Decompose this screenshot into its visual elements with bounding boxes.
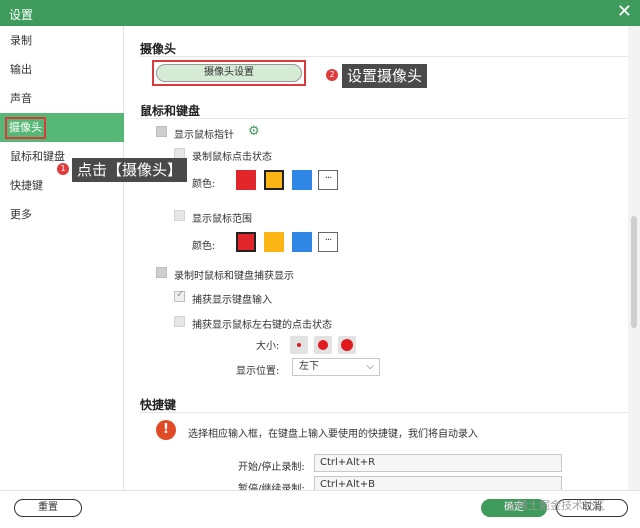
click-color-yellow-swatch[interactable] <box>264 170 284 190</box>
reset-button[interactable]: 重置 <box>14 499 82 517</box>
warning-icon: ! <box>156 420 176 440</box>
camera-divider <box>140 56 628 57</box>
shortcuts-divider <box>140 412 628 413</box>
size-large-button[interactable] <box>338 336 356 354</box>
shortcuts-section-title: 快捷键 <box>140 398 177 412</box>
dot-medium-icon <box>318 340 328 350</box>
range-color-yellow-swatch[interactable] <box>264 232 284 252</box>
shortcut-label-record: 开始/停止录制: <box>238 462 305 473</box>
show-cursor-label: 显示鼠标指针 <box>174 130 234 141</box>
sidebar-item-record[interactable]: 录制 <box>0 26 124 55</box>
sidebar-item-label: 录制 <box>10 34 32 47</box>
shortcuts-notice: 选择相应输入框，在键盘上输入要使用的快捷键，我们将自动录入 <box>188 429 478 440</box>
range-color-blue-swatch[interactable] <box>292 232 312 252</box>
shortcut-label-pause: 暂停/继续录制: <box>238 484 305 490</box>
mouse-keyboard-divider <box>140 118 628 119</box>
sidebar: 录制 输出 声音 摄像头 鼠标和键盘 快捷键 更多 <box>0 26 124 490</box>
record-click-label: 录制鼠标点击状态 <box>192 152 272 163</box>
chevron-down-icon: ⌵ <box>366 361 374 372</box>
sidebar-item-label: 鼠标和键盘 <box>10 150 65 163</box>
sidebar-item-more[interactable]: 更多 <box>0 200 124 229</box>
capture-keyboard-label: 捕获显示键盘输入 <box>192 295 272 306</box>
close-icon[interactable]: ✕ <box>617 2 632 22</box>
sidebar-item-output[interactable]: 输出 <box>0 55 124 84</box>
sidebar-item-camera[interactable]: 摄像头 <box>0 113 124 142</box>
scrollbar-thumb[interactable] <box>631 216 637 328</box>
range-color-label: 颜色: <box>192 241 216 252</box>
window-title: 设置 <box>9 8 34 22</box>
position-select-value: 左下 <box>299 361 319 372</box>
step2-callout: 设置摄像头 <box>342 64 428 88</box>
step1-badge: 1 <box>57 163 69 175</box>
sidebar-item-label: 声音 <box>10 92 32 105</box>
camera-section-title: 摄像头 <box>140 42 177 56</box>
show-range-label: 显示鼠标范围 <box>192 214 252 225</box>
content-scrollbar[interactable] <box>628 26 640 490</box>
step2-badge: 2 <box>326 69 338 81</box>
click-color-label: 颜色: <box>192 179 216 190</box>
sidebar-item-label: 输出 <box>10 63 32 76</box>
sidebar-item-audio[interactable]: 声音 <box>0 84 124 113</box>
dialog-footer: 重置 确定 取消 @稀土掘金技术社区 <box>0 490 640 528</box>
size-label: 大小: <box>256 341 280 352</box>
shortcut-field-record[interactable]: Ctrl+Alt+R <box>314 454 562 472</box>
size-small-button[interactable] <box>290 336 308 354</box>
size-medium-button[interactable] <box>314 336 332 354</box>
position-select[interactable]: 左下 ⌵ <box>292 358 380 376</box>
step1-callout: 点击【摄像头】 <box>72 158 188 182</box>
mouse-keyboard-section-title: 鼠标和键盘 <box>140 104 201 118</box>
show-cursor-checkbox[interactable] <box>156 126 167 137</box>
dot-large-icon <box>341 339 353 351</box>
range-color-red-swatch[interactable] <box>236 232 256 252</box>
click-color-more-button[interactable]: ··· <box>318 170 338 190</box>
sidebar-item-label: 快捷键 <box>10 179 43 192</box>
camera-settings-button[interactable]: 摄像头设置 <box>156 64 302 82</box>
title-bar: 设置 ✕ <box>0 0 640 26</box>
dot-small-icon <box>297 343 301 347</box>
position-label: 显示位置: <box>236 366 280 377</box>
sidebar-item-label: 更多 <box>10 208 32 221</box>
capture-mouse-clicks-label: 捕获显示鼠标左右键的点击状态 <box>192 320 332 331</box>
click-color-blue-swatch[interactable] <box>292 170 312 190</box>
capture-display-label: 录制时鼠标和键盘捕获显示 <box>174 271 294 282</box>
settings-content: 摄像头 摄像头设置 鼠标和键盘 显示鼠标指针 ⚙ 录制鼠标点击状态 颜色: ··… <box>124 26 628 490</box>
gear-icon[interactable]: ⚙ <box>248 125 260 138</box>
show-range-checkbox[interactable] <box>174 210 185 221</box>
shortcut-field-pause[interactable]: Ctrl+Alt+B <box>314 476 562 490</box>
click-color-red-swatch[interactable] <box>236 170 256 190</box>
sidebar-item-label: 摄像头 <box>5 117 46 139</box>
capture-mouse-clicks-checkbox[interactable] <box>174 316 185 327</box>
capture-display-checkbox[interactable] <box>156 267 167 278</box>
watermark: @稀土掘金技术社区 <box>506 499 605 512</box>
range-color-more-button[interactable]: ··· <box>318 232 338 252</box>
capture-keyboard-checkbox[interactable] <box>174 289 185 302</box>
